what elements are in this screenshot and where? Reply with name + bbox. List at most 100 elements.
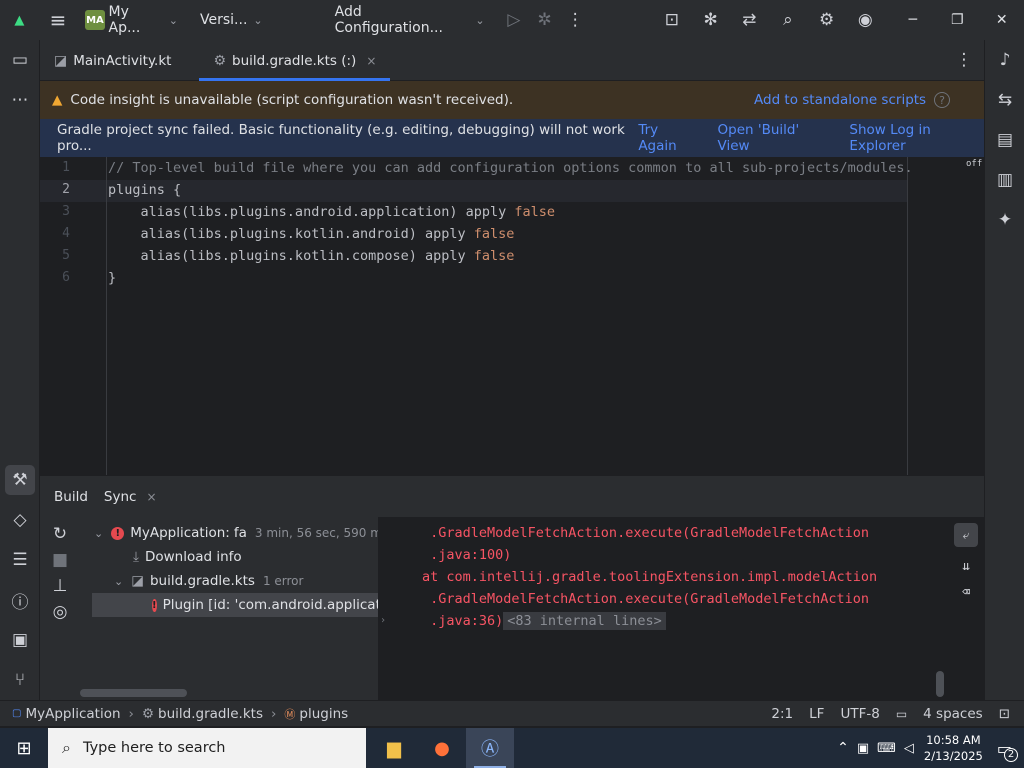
gemini-diamond-icon[interactable]: ◇	[0, 500, 40, 540]
breadcrumb-project[interactable]: MyApplication	[25, 706, 120, 722]
tree-file[interactable]: ⌄ ◪ build.gradle.kts 1 error	[114, 569, 303, 593]
more-tools-icon[interactable]: ⋯	[0, 80, 40, 120]
device-manager-icon[interactable]: ▤	[985, 120, 1024, 160]
code-editor[interactable]: off 1 2 3 4 5 6 // Top-level build file …	[40, 157, 984, 475]
search-icon[interactable]: ⌕	[769, 0, 808, 40]
lock-icon[interactable]: ⊡	[991, 706, 1024, 722]
console-text: .java:36)	[422, 613, 504, 629]
build-tree-panel: ↻ ■ ⊥ ◎ ⌄ ! MyApplication: fa 3 min, 56 …	[40, 517, 388, 700]
notification-center-icon[interactable]: ▭ 2	[997, 739, 1018, 762]
view-eye-icon[interactable]: ◎	[40, 599, 80, 625]
windows-start-icon[interactable]: ⊞	[0, 728, 48, 768]
right-margin-guide	[907, 157, 908, 475]
more-actions-icon[interactable]: ⋮	[556, 0, 595, 40]
gradle-icon[interactable]: ⇆	[985, 80, 1024, 120]
readonly-icon[interactable]: ▭	[888, 707, 915, 721]
clock[interactable]: 10:58 AM 2/13/2025	[924, 732, 983, 764]
close-tab-icon[interactable]: ×	[146, 490, 156, 504]
gemini-sparkle-icon[interactable]: ✦	[985, 200, 1024, 240]
vcs-label: Versi...	[200, 12, 248, 28]
keyword-false: false	[473, 248, 515, 264]
breadcrumb-file[interactable]: build.gradle.kts	[158, 706, 263, 722]
version-control-icon[interactable]: ⑂	[0, 660, 40, 700]
gradle-file-icon: ⚙	[213, 52, 226, 69]
chevron-right-icon: ›	[128, 705, 134, 722]
search-icon: ⌕	[62, 738, 71, 757]
bottom-tools: ⚒ ◇ ☰ ⓘ ▣ ⑂	[0, 460, 40, 700]
chevron-down-icon: ⌄	[168, 13, 179, 27]
tray-network-icon[interactable]: ⌨	[877, 741, 896, 756]
project-selector[interactable]: MA My Ap... ⌄	[85, 0, 178, 40]
notifications-bell-icon[interactable]: ♪	[985, 40, 1024, 80]
close-tab-icon[interactable]: ×	[366, 54, 376, 68]
tabs-more-icon[interactable]: ⋮	[944, 40, 984, 80]
kotlin-file-icon: ◪	[54, 52, 68, 69]
caret-position[interactable]: 2:1	[763, 706, 801, 722]
code-insight-warning-banner: ▲ Code insight is unavailable (script co…	[40, 81, 984, 119]
show-log-link[interactable]: Show Log in Explorer	[849, 122, 984, 154]
file-encoding[interactable]: UTF-8	[832, 706, 887, 722]
error-icon: !	[111, 526, 125, 540]
vcs-selector[interactable]: Versi... ⌄	[200, 0, 263, 40]
code-line: alias(libs.plugins.android.application) …	[108, 204, 556, 220]
resync-icon[interactable]: ↻	[40, 521, 80, 547]
left-tool-strip: ▭ ⋯ ⚒ ◇ ☰ ⓘ ▣ ⑂	[0, 40, 40, 700]
try-again-link[interactable]: Try Again	[638, 122, 697, 154]
breadcrumb-symbol[interactable]: plugins	[299, 706, 348, 722]
account-icon[interactable]: ◉	[846, 0, 885, 40]
tree-root[interactable]: ⌄ ! MyApplication: fa 3 min, 56 sec, 590…	[94, 521, 388, 545]
help-icon[interactable]: ?	[934, 92, 950, 108]
build-hammer-icon[interactable]: ⚒	[5, 465, 35, 495]
tab-mainactivity[interactable]: ◪ MainActivity.kt	[40, 40, 185, 81]
build-console[interactable]: › .GradleModelFetchAction.execute(Gradle…	[378, 517, 984, 700]
tray-overflow-icon[interactable]: ⌃	[837, 740, 849, 756]
tab-label: build.gradle.kts (:)	[232, 52, 357, 69]
inspection-status[interactable]: off	[966, 159, 982, 169]
tree-root-time: 3 min, 56 sec, 590 ms	[254, 526, 389, 540]
stop-icon[interactable]: ■	[40, 547, 80, 573]
settings-gear-icon[interactable]: ⚙	[807, 0, 846, 40]
gradle-sync-icon[interactable]: ⇄	[730, 0, 769, 40]
run-config-selector[interactable]: Add Configuration... ⌄	[335, 0, 485, 40]
internal-lines-fold[interactable]: <83 internal lines>	[503, 612, 666, 630]
vertical-scrollbar[interactable]	[936, 671, 944, 697]
breadcrumb: ▢ MyApplication › ⚙ build.gradle.kts › Ⓜ…	[0, 706, 356, 722]
problems-icon[interactable]: ⓘ	[0, 580, 40, 620]
gradle-file-icon: ⚙	[141, 705, 155, 722]
tree-download-info[interactable]: ⤓ Download info	[133, 545, 242, 569]
tree-plugin-error[interactable]: ! Plugin [id: 'com.android.applicatio	[92, 593, 378, 617]
running-devices-icon[interactable]: ▥	[985, 160, 1024, 200]
logcat-icon[interactable]: ☰	[0, 540, 40, 580]
android-studio-taskbar-icon[interactable]: Ⓐ	[466, 728, 514, 768]
close-button[interactable]: ✕	[980, 0, 1024, 40]
app-inspection-icon[interactable]: ✻	[691, 0, 730, 40]
line-separator[interactable]: LF	[801, 706, 832, 722]
terminal-icon[interactable]: ▣	[0, 620, 40, 660]
plugin-error-label: Plugin [id: 'com.android.applicatio	[162, 597, 378, 613]
firefox-icon[interactable]: ●	[418, 728, 466, 768]
soft-wrap-icon[interactable]: ⤶	[954, 523, 978, 547]
project-folder-icon[interactable]: ▭	[0, 40, 40, 80]
tab-build-gradle[interactable]: ⚙ build.gradle.kts (:) ×	[199, 40, 391, 81]
horizontal-scrollbar[interactable]	[80, 689, 187, 697]
device-manager-icon[interactable]: ⊡	[653, 0, 692, 40]
indent-setting[interactable]: 4 spaces	[915, 706, 991, 722]
scroll-to-end-icon[interactable]: ⇊	[948, 553, 984, 579]
add-standalone-scripts-link[interactable]: Add to standalone scripts	[754, 92, 926, 108]
minimize-button[interactable]: ─	[891, 0, 935, 40]
status-bar: ▢ MyApplication › ⚙ build.gradle.kts › Ⓜ…	[0, 700, 1024, 726]
tab-build[interactable]: Build	[40, 476, 102, 518]
tab-sync[interactable]: Sync ×	[102, 476, 171, 518]
search-placeholder: Type here to search	[82, 740, 226, 756]
maximize-button[interactable]: ❐	[935, 0, 979, 40]
tray-device-icon[interactable]: ▣	[857, 741, 869, 756]
open-build-view-link[interactable]: Open 'Build' View	[718, 122, 830, 154]
tab-label: MainActivity.kt	[73, 52, 172, 69]
line-number: 6	[62, 270, 70, 285]
clear-trash-icon[interactable]: ⌫	[948, 579, 984, 605]
file-explorer-icon[interactable]: ▆	[370, 728, 418, 768]
main-menu-icon[interactable]: ≡	[39, 0, 78, 40]
tray-volume-icon[interactable]: ◁	[904, 741, 914, 756]
taskbar-search-input[interactable]: ⌕ Type here to search	[48, 728, 366, 768]
pin-icon[interactable]: ⊥	[40, 573, 80, 599]
